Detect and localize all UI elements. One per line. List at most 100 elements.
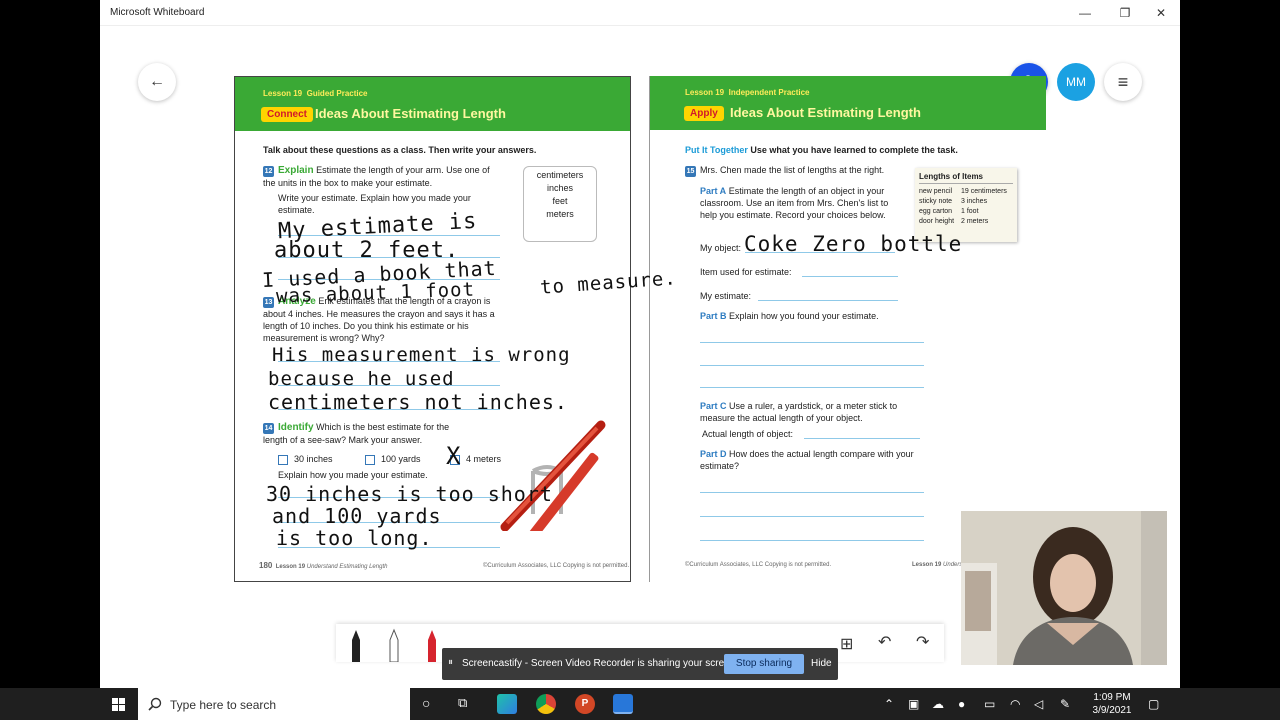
question-15: 15 Mrs. Chen made the list of lengths at … xyxy=(685,165,885,177)
right-banner: Lesson 19 Independent Practice Apply Ide… xyxy=(650,76,1046,130)
pen-icon[interactable]: ✎ xyxy=(1060,697,1070,711)
volume-icon[interactable]: ◁ xyxy=(1034,697,1043,711)
ink-text[interactable]: 30 inches is too short xyxy=(266,482,553,506)
wifi-icon[interactable]: ◠ xyxy=(1010,697,1020,711)
redo-icon[interactable]: ↷ xyxy=(916,632,929,652)
arrow-left-icon: ← xyxy=(149,73,165,90)
right-worksheet-page[interactable]: Lesson 19 Independent Practice Apply Ide… xyxy=(649,76,1046,582)
screen: Microsoft Whiteboard — ❐ ✕ ← MM ≡ Lesson… xyxy=(0,0,1280,720)
apply-tag: Apply xyxy=(684,106,724,121)
answer-line xyxy=(700,342,924,343)
unit-meters: meters xyxy=(546,209,574,219)
whiteboard-canvas[interactable]: ← MM ≡ Lesson 19 Guided Practice Connect… xyxy=(100,26,1180,688)
answer-line xyxy=(700,387,924,388)
undo-icon[interactable]: ↶ xyxy=(878,632,891,652)
ink-text[interactable]: is too long. xyxy=(276,526,433,550)
seesaw-illustration xyxy=(500,420,606,531)
ink-text[interactable]: His measurement is wrong xyxy=(272,344,571,366)
ink-object-answer[interactable]: Coke Zero bottle xyxy=(744,232,962,256)
cloud-icon[interactable]: ☁ xyxy=(932,697,944,711)
list-item: new pencil 19 centimeters xyxy=(919,188,1007,195)
close-button[interactable]: ✕ xyxy=(1144,3,1178,23)
answer-line xyxy=(700,365,924,366)
search-placeholder: Type here to search xyxy=(170,698,277,712)
taskbar-search-box[interactable]: Type here to search xyxy=(138,688,410,720)
webcam-overlay xyxy=(961,511,1167,665)
my-estimate-line xyxy=(758,300,898,301)
avatar-initials: MM xyxy=(1066,75,1086,89)
ink-cross-mark[interactable]: X xyxy=(446,442,461,470)
minimize-button[interactable]: — xyxy=(1068,3,1102,23)
right-intro: Put It Together Use what you have learne… xyxy=(685,145,958,155)
task-view-icon[interactable]: ⧉ xyxy=(458,695,467,711)
add-icon[interactable]: ⊞ xyxy=(840,634,853,654)
clock-time: 1:09 PM xyxy=(1093,692,1131,703)
maximize-button[interactable]: ❐ xyxy=(1108,3,1142,23)
user-avatar[interactable]: MM xyxy=(1057,63,1095,101)
actual-length-line xyxy=(804,438,920,439)
item-used-line xyxy=(802,276,898,277)
list-title: Lengths of Items xyxy=(919,172,1013,184)
answer-line xyxy=(700,540,924,541)
meet-now-icon[interactable]: ▣ xyxy=(908,697,919,711)
cortana-icon[interactable]: ○ xyxy=(422,695,430,711)
red-pen-icon[interactable] xyxy=(422,628,442,662)
units-box: centimeters inches feet meters xyxy=(523,166,597,242)
sharing-message: Screencastify - Screen Video Recorder is… xyxy=(462,658,739,669)
my-object-label: My object: xyxy=(700,243,742,253)
part-d: Part D How does the actual length compar… xyxy=(700,449,914,471)
left-heading: Ideas About Estimating Length xyxy=(315,106,506,121)
my-estimate-label: My estimate: xyxy=(700,291,752,301)
settings-menu-button[interactable]: ≡ xyxy=(1104,63,1142,101)
option-100-yards[interactable]: 100 yards xyxy=(365,453,421,465)
left-intro: Talk about these questions as a class. T… xyxy=(263,145,537,155)
lengths-list-note: Lengths of Items new pencil 19 centimeter… xyxy=(915,168,1017,242)
chrome-icon[interactable] xyxy=(536,694,556,714)
notifications-icon[interactable]: ▢ xyxy=(1148,697,1159,711)
hide-button[interactable]: Hide xyxy=(811,658,832,669)
title-bar: Microsoft Whiteboard — ❐ ✕ xyxy=(100,0,1180,26)
microphone-icon[interactable]: ● xyxy=(958,697,965,711)
left-copyright: ©Curriculum Associates, LLC Copying is n… xyxy=(483,563,630,569)
edge-icon[interactable] xyxy=(497,694,517,714)
whiteboard-app-icon[interactable] xyxy=(613,694,633,714)
left-banner: Lesson 19 Guided Practice Connect Ideas … xyxy=(235,77,630,131)
battery-icon[interactable]: ▭ xyxy=(984,697,995,711)
pause-icon: ⏸ xyxy=(448,657,453,668)
list-item: egg carton 1 foot xyxy=(919,208,979,215)
answer-line xyxy=(700,492,924,493)
ink-text[interactable]: because he used xyxy=(268,368,455,390)
screen-sharing-bar: ⏸ Screencastify - Screen Video Recorder … xyxy=(442,648,838,680)
ink-text[interactable]: centimeters not inches. xyxy=(268,390,568,414)
taskbar-clock[interactable]: 1:09 PM 3/9/2021 xyxy=(1088,691,1136,717)
item-used-label: Item used for estimate: xyxy=(700,267,792,277)
ink-text[interactable]: and 100 yards xyxy=(272,504,442,528)
actual-length-label: Actual length of object: xyxy=(702,429,794,439)
powerpoint-icon[interactable]: P xyxy=(575,694,595,714)
question-14-prompt: Explain how you made your estimate. xyxy=(278,470,428,480)
search-icon xyxy=(148,697,162,711)
pencil-icon[interactable] xyxy=(384,628,404,662)
webcam-feed-image xyxy=(961,511,1167,665)
part-b: Part B Explain how you found your estima… xyxy=(700,311,879,321)
clock-date: 3/9/2021 xyxy=(1092,705,1132,716)
left-lesson-label: Lesson 19 Guided Practice xyxy=(263,89,368,98)
list-item: door height 2 meters xyxy=(919,218,989,225)
stop-sharing-button[interactable]: Stop sharing xyxy=(724,654,804,674)
right-heading: Ideas About Estimating Length xyxy=(730,105,921,120)
hamburger-icon: ≡ xyxy=(1117,72,1129,92)
back-button[interactable]: ← xyxy=(138,63,176,101)
right-lesson-label: Lesson 19 Independent Practice xyxy=(685,88,810,97)
question-12: 12 Explain Estimate the length of your ar… xyxy=(263,165,490,188)
part-c: Part C Use a ruler, a yardstick, or a me… xyxy=(700,401,898,423)
list-item: sticky note 3 inches xyxy=(919,198,988,205)
left-footer: 180 Lesson 19 Understand Estimating Leng… xyxy=(259,561,388,570)
connect-tag: Connect xyxy=(261,107,313,122)
right-copyright: ©Curriculum Associates, LLC Copying is n… xyxy=(685,562,832,568)
whiteboard-window: Microsoft Whiteboard — ❐ ✕ ← MM ≡ Lesson… xyxy=(100,0,1180,688)
show-hidden-icons-icon[interactable]: ⌃ xyxy=(884,697,894,711)
windows-start-icon[interactable] xyxy=(112,698,125,711)
unit-centimeters: centimeters xyxy=(536,170,584,180)
option-30-inches[interactable]: 30 inches xyxy=(278,453,333,465)
black-pen-icon[interactable] xyxy=(346,628,366,662)
